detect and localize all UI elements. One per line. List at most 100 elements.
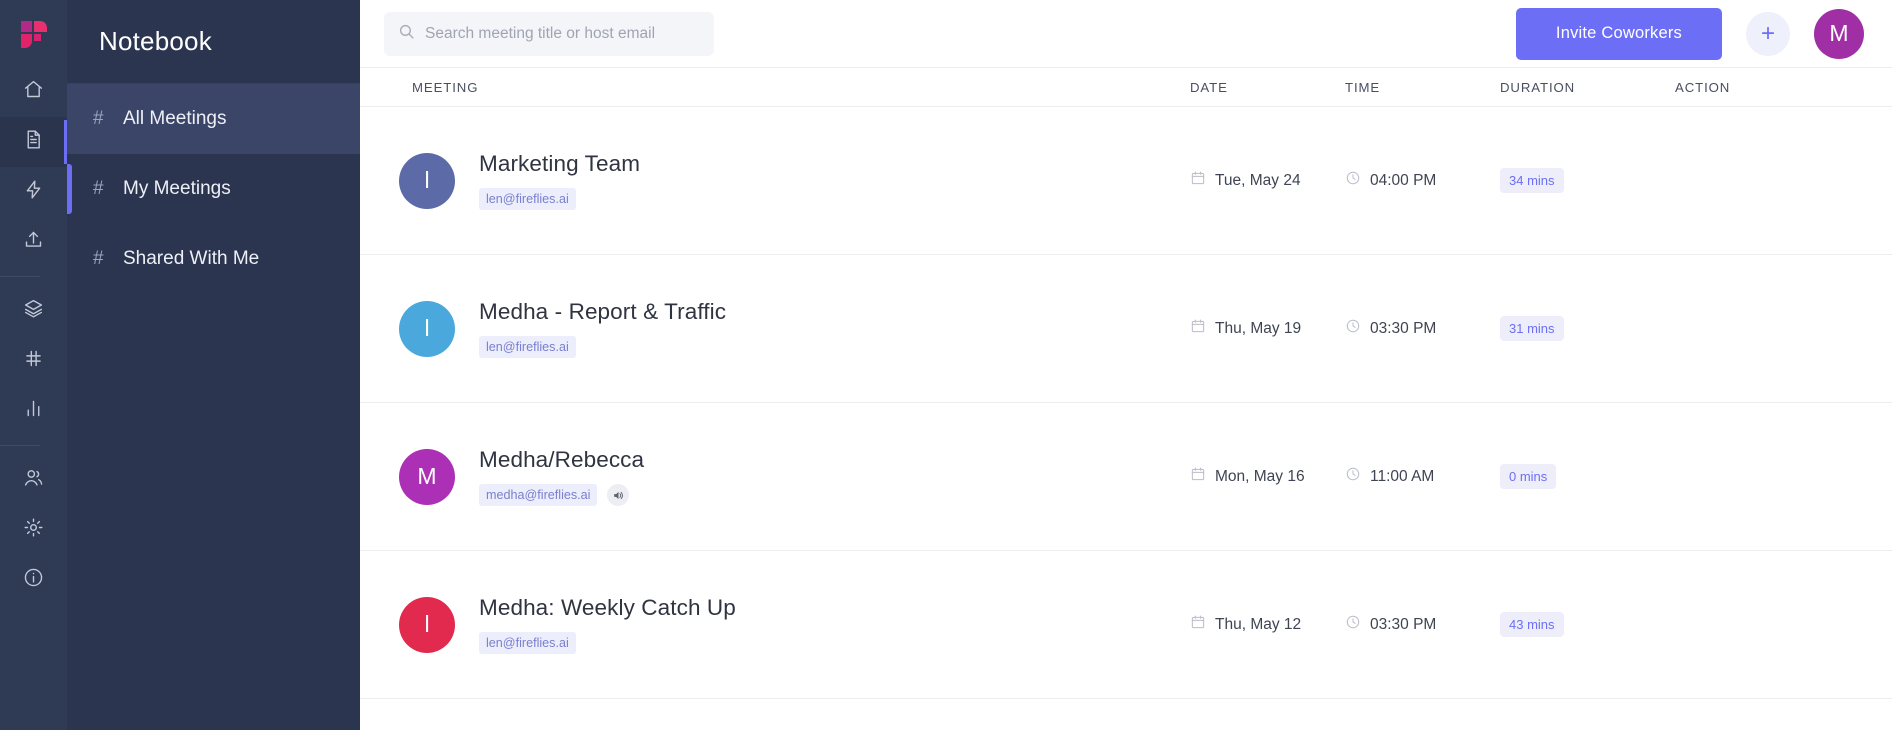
notebook-sidebar: Notebook # All Meetings # My Meetings # … [67, 0, 360, 730]
info-icon [23, 567, 44, 593]
layers-icon [23, 298, 44, 324]
column-header-date: DATE [1190, 79, 1228, 95]
rail-item-automation[interactable] [0, 167, 67, 217]
date-cell: Mon, May 16 [1190, 466, 1345, 487]
date-value: Thu, May 19 [1215, 319, 1302, 337]
duration-cell: 43 mins [1500, 612, 1675, 637]
document-icon [23, 129, 44, 155]
table-row[interactable]: l Marketing Team len@fireflies.ai Tue, May … [360, 107, 1892, 255]
search-icon [398, 23, 415, 45]
duration-badge: 0 mins [1500, 464, 1557, 489]
rail-item-list [0, 67, 67, 605]
meeting-cell: l Medha - Report & Traffic len@fireflies.a… [360, 299, 1190, 358]
rail-item-help[interactable] [0, 555, 67, 605]
calendar-icon [1190, 614, 1206, 635]
meeting-title[interactable]: Medha - Report & Traffic [479, 299, 726, 325]
sidebar-item-label: My Meetings [123, 178, 231, 199]
meeting-title[interactable]: Medha: Weekly Catch Up [479, 595, 736, 621]
time-cell: 11:00 AM [1345, 466, 1500, 487]
column-header-time: TIME [1345, 79, 1381, 95]
rail-item-channels[interactable] [0, 336, 67, 386]
calendar-icon [1190, 466, 1206, 487]
date-value: Mon, May 16 [1215, 467, 1305, 485]
sidebar-item-shared-with-me[interactable]: # Shared With Me [67, 224, 360, 294]
column-header-action: ACTION [1675, 79, 1731, 95]
rail-item-settings[interactable] [0, 505, 67, 555]
host-email-badge: len@fireflies.ai [479, 632, 576, 654]
time-value: 03:30 PM [1370, 319, 1437, 337]
users-icon [23, 467, 44, 493]
time-value: 04:00 PM [1370, 171, 1437, 189]
rail-item-layers[interactable] [0, 286, 67, 336]
meeting-meta: len@fireflies.ai [479, 336, 726, 358]
avatar-initial: l [424, 167, 430, 193]
meeting-meta: medha@fireflies.ai [479, 484, 644, 506]
rail-item-upload[interactable] [0, 217, 67, 267]
meeting-title[interactable]: Marketing Team [479, 151, 640, 177]
avatar-initial: l [424, 315, 430, 341]
sidebar-item-my-meetings[interactable]: # My Meetings [67, 154, 360, 224]
upload-icon [23, 229, 44, 255]
time-cell: 03:30 PM [1345, 318, 1500, 339]
lightning-bolt-icon [23, 179, 44, 205]
hash-icon [23, 348, 44, 374]
date-cell: Tue, May 24 [1190, 170, 1345, 191]
rail-divider [0, 276, 40, 277]
rail-item-analytics[interactable] [0, 386, 67, 436]
meetings-table-body: l Marketing Team len@fireflies.ai Tue, May … [360, 107, 1892, 730]
calendar-icon [1190, 170, 1206, 191]
table-row[interactable]: l Medha - Report & Traffic len@fireflies.a… [360, 255, 1892, 403]
time-value: 03:30 PM [1370, 615, 1437, 633]
rail-item-notebook[interactable] [0, 117, 67, 167]
table-header: MEETING DATE TIME DURATION ACTION [360, 67, 1892, 107]
meeting-meta: len@fireflies.ai [479, 632, 736, 654]
duration-cell: 0 mins [1500, 464, 1675, 489]
avatar-initial: M [1829, 20, 1849, 46]
rail-item-home[interactable] [0, 67, 67, 117]
home-icon [23, 79, 44, 105]
meeting-cell: l Marketing Team len@fireflies.ai [360, 151, 1190, 210]
sidebar-item-label: All Meetings [123, 108, 227, 129]
sidebar-item-list: # All Meetings # My Meetings # Shared Wi… [67, 84, 360, 294]
meeting-info: Medha: Weekly Catch Up len@fireflies.ai [479, 595, 736, 654]
plus-icon: + [1760, 19, 1775, 47]
app-root: Notebook # All Meetings # My Meetings # … [0, 0, 1892, 730]
duration-cell: 31 mins [1500, 316, 1675, 341]
date-value: Tue, May 24 [1215, 171, 1301, 189]
hash-icon: # [93, 248, 104, 269]
time-cell: 03:30 PM [1345, 614, 1500, 635]
host-email-badge: len@fireflies.ai [479, 336, 576, 358]
top-toolbar: Invite Coworkers + M [360, 0, 1892, 67]
sidebar-header: Notebook [67, 0, 360, 84]
sidebar-item-all-meetings[interactable]: # All Meetings [67, 84, 360, 154]
duration-badge: 43 mins [1500, 612, 1564, 637]
meeting-avatar: l [399, 596, 455, 653]
clock-icon [1345, 170, 1361, 191]
search-input[interactable] [425, 24, 700, 43]
meeting-info: Marketing Team len@fireflies.ai [479, 151, 640, 210]
duration-badge: 34 mins [1500, 168, 1564, 193]
rail-item-team[interactable] [0, 455, 67, 505]
meeting-meta: len@fireflies.ai [479, 188, 640, 210]
invite-coworkers-button[interactable]: Invite Coworkers [1515, 7, 1722, 60]
table-row[interactable]: M Medha/Rebecca medha@fireflies.ai Mon, May… [360, 403, 1892, 551]
meeting-cell: M Medha/Rebecca medha@fireflies.ai [360, 447, 1190, 506]
host-email-badge: len@fireflies.ai [479, 188, 576, 210]
table-row[interactable]: l Medha: Weekly Catch Up len@fireflies.ai T… [360, 551, 1892, 699]
hash-icon: # [93, 178, 104, 199]
duration-cell: 34 mins [1500, 168, 1675, 193]
date-cell: Thu, May 12 [1190, 614, 1345, 635]
add-button[interactable]: + [1746, 11, 1790, 56]
date-value: Thu, May 12 [1215, 615, 1302, 633]
meeting-title[interactable]: Medha/Rebecca [479, 447, 644, 473]
user-avatar[interactable]: M [1814, 8, 1864, 59]
meeting-avatar: l [399, 152, 455, 209]
meeting-cell: l Medha: Weekly Catch Up len@fireflies.ai [360, 595, 1190, 654]
search-box[interactable] [384, 11, 714, 56]
speaker-icon[interactable] [607, 484, 630, 506]
bar-chart-icon [23, 398, 44, 424]
avatar-initial: l [424, 611, 430, 637]
gear-icon [23, 517, 44, 543]
clock-icon [1345, 614, 1361, 635]
fireflies-logo-icon[interactable] [0, 0, 67, 67]
